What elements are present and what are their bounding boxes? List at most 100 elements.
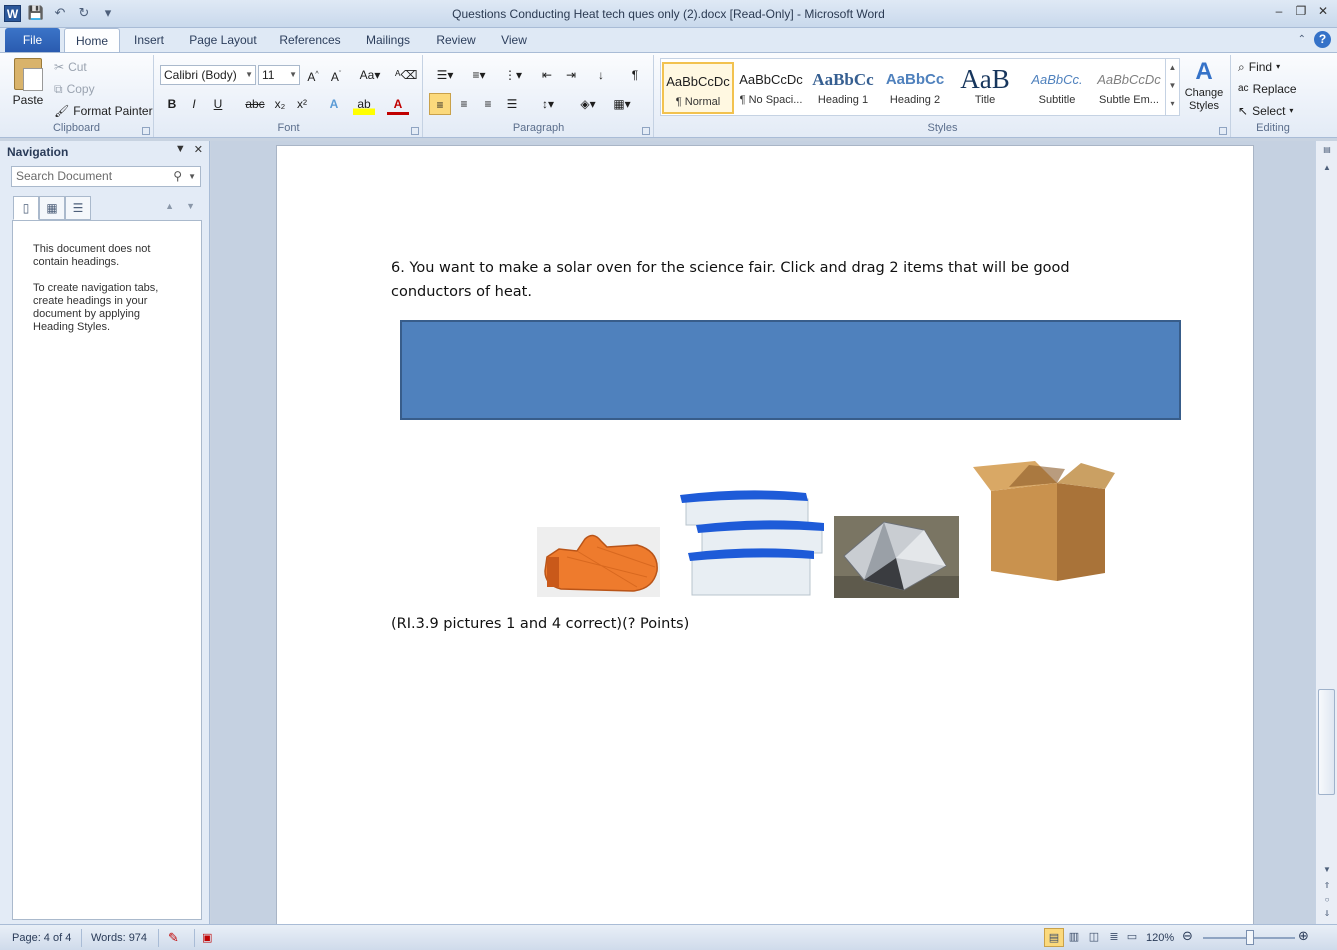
style-normal[interactable]: AaBbCcDc ¶ Normal <box>662 62 734 114</box>
outline-view-icon[interactable]: ≣ <box>1104 928 1124 947</box>
previous-page-icon[interactable]: ⇑ <box>1319 879 1335 893</box>
tab-page-layout[interactable]: Page Layout <box>182 28 264 52</box>
change-case-button[interactable]: Aa▾ <box>355 64 385 86</box>
chevron-down-icon[interactable]: ▼ <box>188 167 196 186</box>
select-button[interactable]: ↖ Select ▾ <box>1238 101 1293 121</box>
grow-font-button[interactable]: A^ <box>302 64 324 86</box>
shrink-font-button[interactable]: Aˇ <box>325 64 347 86</box>
zoom-slider-thumb[interactable] <box>1246 930 1254 945</box>
replace-button[interactable]: ac Replace <box>1238 79 1297 99</box>
scroll-down-icon[interactable]: ▼ <box>1319 863 1335 877</box>
numbering-icon[interactable]: ≡▾ <box>464 64 494 86</box>
format-painter-button[interactable]: 🖌 Format Painter <box>54 101 153 121</box>
tab-references[interactable]: References <box>272 28 348 52</box>
full-screen-reading-icon[interactable]: ▥ <box>1064 928 1084 947</box>
borders-icon[interactable]: ▦▾ <box>608 93 636 115</box>
browse-object-icon[interactable]: ○ <box>1319 893 1335 907</box>
style-name: ¶ Normal <box>675 96 721 108</box>
cut-button[interactable]: ✂ Cut <box>54 57 87 77</box>
tab-browse-results[interactable]: ☰ <box>65 196 91 220</box>
print-layout-view-icon[interactable]: ▤ <box>1044 928 1064 947</box>
increase-indent-icon[interactable]: ⇥ <box>560 64 582 86</box>
superscript-button[interactable]: x² <box>291 93 313 115</box>
tab-review[interactable]: Review <box>428 28 484 52</box>
tab-insert[interactable]: Insert <box>124 28 174 52</box>
help-icon[interactable]: ? <box>1314 31 1331 48</box>
text-effects-icon[interactable]: A <box>323 93 345 115</box>
zoom-out-icon[interactable]: ⊖ <box>1182 928 1193 944</box>
scroll-up-icon[interactable]: ▲ <box>1319 161 1335 175</box>
font-launcher-icon[interactable] <box>411 127 419 135</box>
font-family-select[interactable]: Calibri (Body) ▼ <box>160 65 256 85</box>
bold-button[interactable]: B <box>161 93 183 115</box>
minimize-ribbon-icon[interactable]: ⌃ <box>1298 34 1306 45</box>
style-heading-2[interactable]: AaBbCc Heading 2 <box>879 62 951 114</box>
ruler-toggle-icon[interactable]: ▤ <box>1319 143 1335 157</box>
bullets-icon[interactable]: ☰▾ <box>430 64 460 86</box>
restore-icon[interactable]: ❐ <box>1293 3 1309 19</box>
close-icon[interactable]: ✕ <box>194 143 203 156</box>
copy-button[interactable]: ⧉ Copy <box>54 79 95 99</box>
justify-icon[interactable]: ☰ <box>501 93 523 115</box>
vertical-scrollbar[interactable]: ▤ ▲ ▼ ⇑ ○ ⇓ <box>1315 141 1337 924</box>
drop-target-box[interactable] <box>400 320 1181 420</box>
tab-browse-headings[interactable]: ▯ <box>13 196 39 220</box>
style-heading-1[interactable]: AaBbCc Heading 1 <box>807 62 879 114</box>
next-page-icon[interactable]: ⇓ <box>1319 907 1335 921</box>
style-subtle-emphasis[interactable]: AaBbCcDc Subtle Em... <box>1093 62 1165 114</box>
font-color-icon[interactable]: A <box>387 93 409 115</box>
shading-icon[interactable]: ◈▾ <box>574 93 602 115</box>
page-count[interactable]: Page: 4 of 4 <box>12 930 71 946</box>
close-icon[interactable]: ✕ <box>1315 3 1331 19</box>
draft-view-icon[interactable]: ▭ <box>1122 928 1142 947</box>
web-layout-icon[interactable]: ◫ <box>1084 928 1104 947</box>
sort-icon[interactable]: ↓ <box>590 64 612 86</box>
align-right-icon[interactable]: ≡ <box>477 93 499 115</box>
style-subtitle[interactable]: AaBbCc. Subtitle <box>1021 62 1093 114</box>
tab-home[interactable]: Home <box>64 28 120 52</box>
paste-button[interactable]: Paste <box>8 58 48 118</box>
align-left-icon[interactable]: ≡ <box>429 93 451 115</box>
cursor-icon: ↖ <box>1238 104 1249 118</box>
find-button[interactable]: ⌕ Find ▾ <box>1238 57 1280 77</box>
search-document-input[interactable]: Search Document ⚲ ▼ <box>11 166 201 187</box>
previous-arrow-icon[interactable]: ▲ <box>165 201 174 211</box>
oven-mitt-image[interactable] <box>537 527 660 597</box>
gallery-scroll[interactable]: ▲ ▼ ▾ <box>1165 59 1179 115</box>
scroll-thumb[interactable] <box>1318 689 1335 795</box>
style-no-spacing[interactable]: AaBbCcDc ¶ No Spaci... <box>735 62 807 114</box>
minimize-icon[interactable]: – <box>1271 3 1287 19</box>
clipboard-launcher-icon[interactable] <box>142 127 150 135</box>
tab-file[interactable]: File <box>5 28 60 52</box>
italic-button[interactable]: I <box>183 93 205 115</box>
chevron-down-icon[interactable]: ▼ <box>175 143 186 156</box>
align-center-icon[interactable]: ≡ <box>453 93 475 115</box>
zoom-in-icon[interactable]: ⊕ <box>1298 928 1309 944</box>
clear-formatting-icon[interactable]: ᴬ⌫ <box>395 64 417 86</box>
highlight-icon[interactable]: ab <box>353 93 375 115</box>
zoom-level[interactable]: 120% <box>1146 930 1174 946</box>
multilevel-list-icon[interactable]: ⋮▾ <box>498 64 528 86</box>
macro-recording-icon[interactable]: ▣ <box>202 930 212 946</box>
style-title[interactable]: AaB Title <box>949 62 1021 114</box>
subscript-button[interactable]: x₂ <box>269 93 291 115</box>
cardboard-box-image[interactable] <box>969 461 1125 589</box>
font-size-select[interactable]: 11 ▼ <box>258 65 300 85</box>
decrease-indent-icon[interactable]: ⇤ <box>536 64 558 86</box>
tab-browse-pages[interactable]: ▦ <box>39 196 65 220</box>
strikethrough-button[interactable]: abc <box>241 93 269 115</box>
word-count[interactable]: Words: 974 <box>91 930 147 946</box>
proofing-icon[interactable]: ✎ <box>168 930 179 946</box>
paragraph-launcher-icon[interactable] <box>642 127 650 135</box>
underline-button[interactable]: U <box>207 93 229 115</box>
plastic-containers-image[interactable] <box>678 487 825 598</box>
tab-mailings[interactable]: Mailings <box>356 28 420 52</box>
styles-launcher-icon[interactable] <box>1219 127 1227 135</box>
search-icon[interactable]: ⚲ <box>173 167 182 186</box>
change-styles-button[interactable]: A Change Styles <box>1181 57 1227 117</box>
line-spacing-icon[interactable]: ↕▾ <box>534 93 562 115</box>
pilcrow-icon[interactable]: ¶ <box>624 64 646 86</box>
next-arrow-icon[interactable]: ▼ <box>186 201 195 211</box>
tab-view[interactable]: View <box>492 28 536 52</box>
solar-cooker-image[interactable] <box>834 516 959 598</box>
